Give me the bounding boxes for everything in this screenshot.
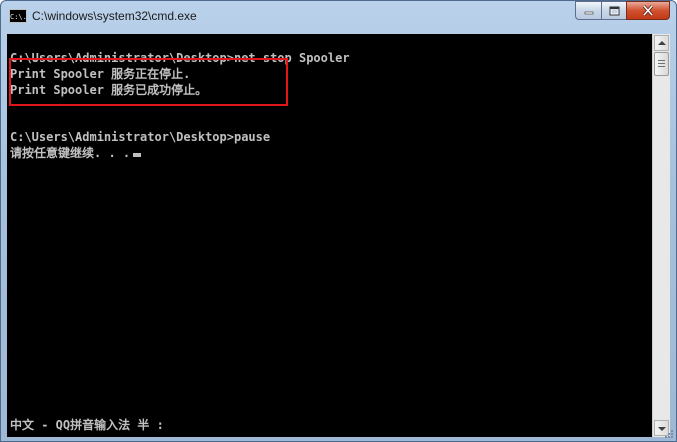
console-prompt-text: 请按任意键继续. . . (10, 146, 131, 160)
cmd-window: C:\. C:\windows\system32\cmd.exe C:\User… (0, 0, 677, 442)
window-title: C:\windows\system32\cmd.exe (32, 9, 197, 23)
scroll-thumb[interactable] (654, 52, 669, 76)
maximize-button[interactable] (601, 1, 626, 20)
console-line-prompt: 请按任意键继续. . . (10, 145, 142, 161)
close-button[interactable] (626, 1, 670, 20)
minimize-button[interactable] (575, 1, 601, 20)
ime-status-line: 中文 - QQ拼音输入法 半 : (10, 418, 164, 432)
console-area[interactable]: C:\Users\Administrator\Desktop>net stop … (7, 34, 652, 437)
title-bar[interactable]: C:\. C:\windows\system32\cmd.exe (1, 1, 676, 35)
maximize-icon (609, 6, 619, 15)
caption-buttons (575, 1, 670, 20)
text-cursor (133, 153, 142, 157)
vertical-scrollbar[interactable] (652, 34, 670, 437)
console-line-pause: C:\Users\Administrator\Desktop>pause (10, 130, 271, 144)
resize-grip-icon[interactable] (664, 429, 674, 439)
scroll-up-arrow[interactable] (654, 35, 669, 51)
minimize-icon (584, 11, 593, 14)
cmd-app-icon[interactable]: C:\. (9, 9, 27, 23)
highlight-box (9, 58, 288, 106)
close-icon (642, 5, 654, 16)
